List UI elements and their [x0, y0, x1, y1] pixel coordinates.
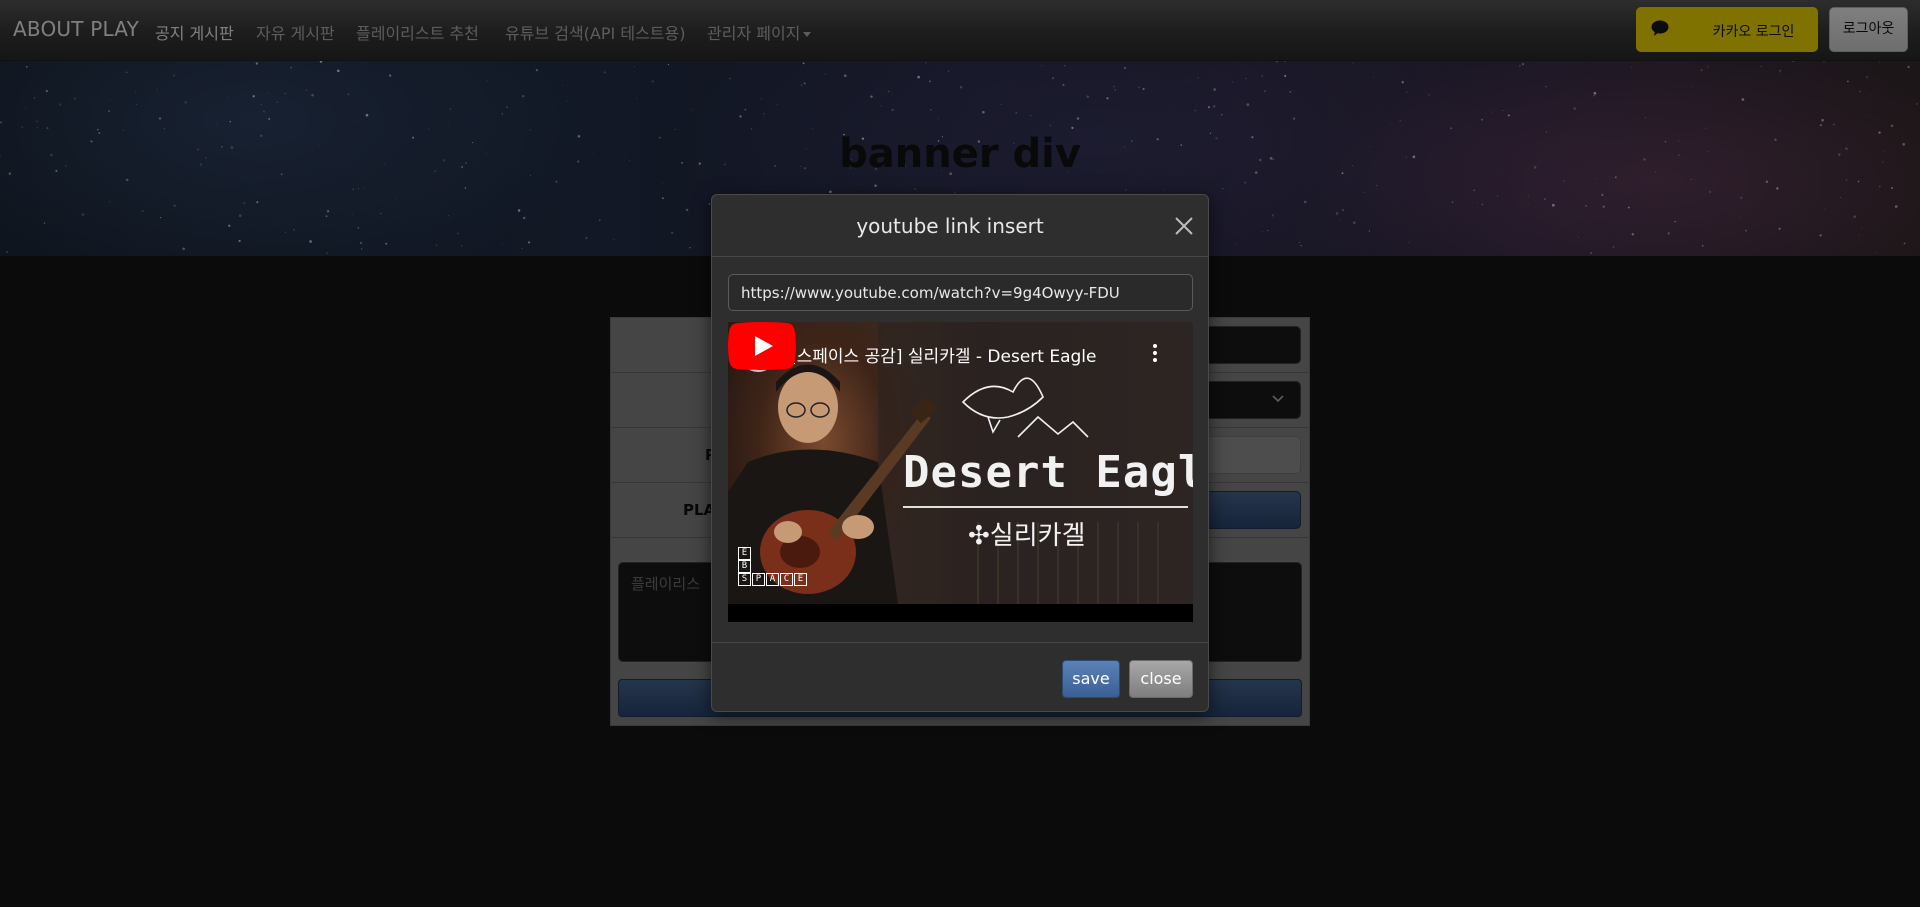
video-thumbnail: EBS 공감 [스페이스 공감] 실리카겔 - Desert Eagle Des… — [728, 322, 1193, 604]
youtube-link-modal: youtube link insert https://www.youtube.… — [711, 194, 1209, 712]
modal-header: youtube link insert — [712, 195, 1208, 257]
save-button[interactable]: save — [1062, 660, 1120, 698]
modal-title: youtube link insert — [856, 214, 1044, 238]
video-title[interactable]: [스페이스 공감] 실리카겔 - Desert Eagle — [790, 342, 1096, 367]
video-overlay-title: Desert Eagle — [903, 447, 1193, 498]
youtube-play-icon[interactable] — [728, 322, 796, 370]
close-icon[interactable] — [1173, 215, 1195, 237]
youtube-video-embed[interactable]: EBS 공감 [스페이스 공감] 실리카겔 - Desert Eagle Des… — [728, 322, 1193, 622]
close-button[interactable]: close — [1129, 660, 1193, 698]
ebs-space-logo: E B SPACE — [738, 547, 808, 586]
modal-footer: save close — [712, 642, 1208, 711]
more-vertical-icon[interactable] — [1148, 344, 1162, 364]
youtube-url-input[interactable] — [728, 274, 1193, 311]
video-overlay-subtitle: ✣실리카겔 — [968, 521, 1086, 551]
divider — [903, 506, 1188, 508]
